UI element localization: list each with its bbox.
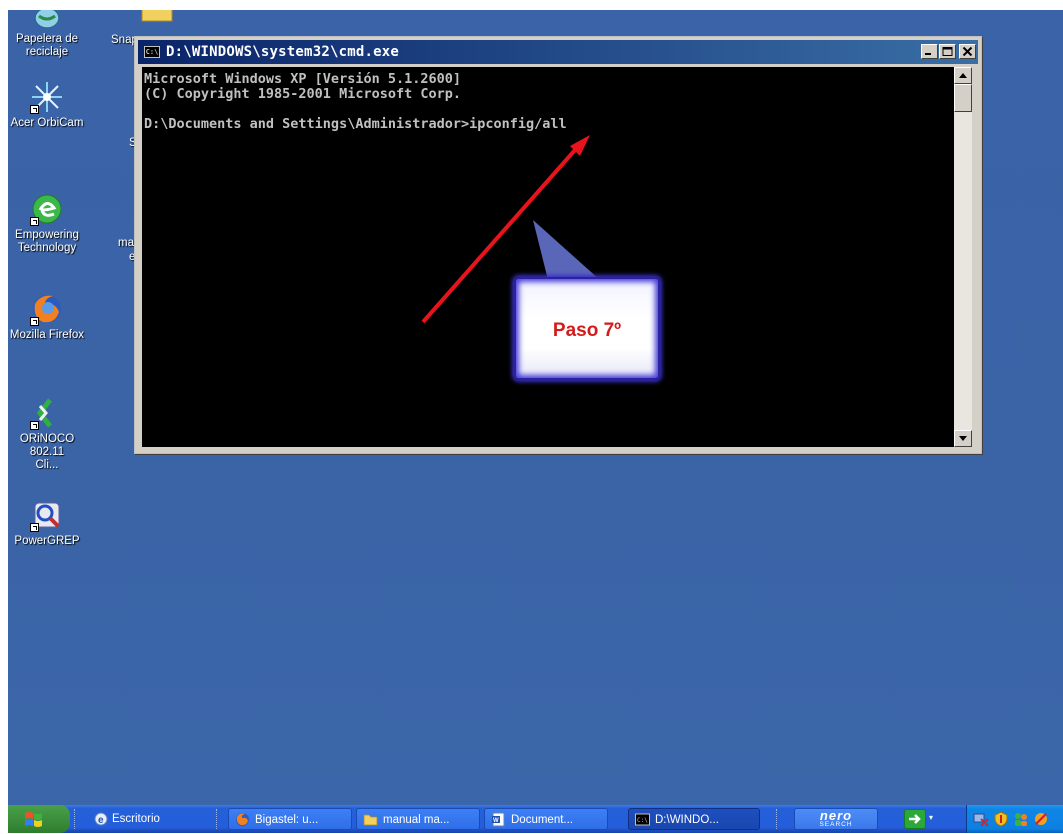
close-icon [962, 47, 973, 56]
taskbar: e Escritorio Bigastel: u... manual ma...… [8, 805, 1063, 833]
callout-text: Paso 7º [552, 320, 622, 341]
desktop-icon-label: Papelera de reciclaje [15, 33, 79, 58]
people-icon[interactable] [1013, 811, 1029, 827]
close-button[interactable] [959, 44, 976, 59]
scroll-thumb[interactable] [954, 84, 972, 112]
desktop-icon-label: Mozilla Firefox [9, 329, 85, 341]
nero-search-text: SEARCH [819, 821, 853, 828]
arrow-down-icon [959, 436, 967, 441]
powergrep-icon [30, 498, 64, 532]
go-button[interactable] [904, 809, 926, 829]
firefox-icon [30, 292, 64, 326]
desktop-icon: e [94, 812, 108, 826]
taskbar-grip[interactable] [776, 809, 780, 829]
taskbar-item-bigastel[interactable]: Bigastel: u... [228, 808, 352, 830]
scroll-down-button[interactable] [954, 430, 972, 447]
firefox-icon [235, 812, 250, 827]
shortcut-arrow-icon [30, 421, 39, 430]
arrow-right-icon [909, 814, 921, 824]
taskbar-grip[interactable] [74, 809, 78, 829]
scroll-up-button[interactable] [954, 67, 972, 84]
empowering-technology-icon [30, 192, 64, 226]
desktop-icon-powergrep[interactable]: PowerGREP [8, 498, 90, 548]
console-line-empty [144, 102, 954, 117]
console-line: (C) Copyright 1985-2001 Microsoft Corp. [144, 86, 461, 102]
orinoco-icon [30, 396, 64, 430]
taskbar-item-label: D:\WINDO... [655, 814, 719, 826]
svg-text:W: W [493, 818, 499, 824]
step-callout: Paso 7º [514, 277, 660, 380]
desktop-icon-orinoco[interactable]: ORiNOCO 802.11 Cli... [8, 396, 90, 472]
nero-search-toolbar[interactable]: nero SEARCH [794, 808, 878, 830]
console-prompt-line: D:\Documents and Settings\Administrador>… [144, 116, 567, 132]
console-line: Microsoft Windows XP [Versión 5.1.2600] [144, 71, 461, 87]
network-disconnected-icon[interactable] [973, 811, 989, 827]
desktop-icon-label: PowerGREP [14, 535, 80, 547]
maximize-icon [942, 47, 953, 56]
system-tray [966, 805, 1063, 833]
desktop-icon-recycle-bin[interactable]: Papelera de reciclaje [8, 10, 90, 59]
alert-icon[interactable] [1033, 811, 1049, 827]
folder-icon[interactable] [140, 10, 174, 22]
taskbar-grip[interactable] [216, 809, 220, 829]
security-shield-icon[interactable] [993, 811, 1009, 827]
console-output[interactable]: Microsoft Windows XP [Versión 5.1.2600](… [142, 67, 954, 447]
maximize-button[interactable] [939, 44, 956, 59]
word-icon: W [491, 812, 506, 827]
go-dropdown-chevron-icon[interactable]: ▾ [929, 814, 935, 822]
start-button[interactable] [8, 805, 70, 833]
vertical-scrollbar[interactable] [954, 67, 972, 447]
shortcut-arrow-icon [30, 105, 39, 114]
taskbar-item-label: Document... [511, 814, 573, 826]
desktop-icon-mozilla-firefox[interactable]: Mozilla Firefox [8, 292, 90, 342]
desktop-icon-empowering-technology[interactable]: Empowering Technology [8, 192, 90, 255]
minimize-button[interactable] [921, 44, 938, 59]
taskbar-item-cmd[interactable]: C:\ D:\WINDO... [628, 808, 760, 830]
desktop-partial-label-ma[interactable]: ma [118, 237, 134, 250]
minimize-icon [925, 53, 931, 55]
folder-icon [363, 812, 378, 827]
shortcut-arrow-icon [30, 217, 39, 226]
recycle-bin-icon [30, 10, 64, 30]
taskbar-item-label: Bigastel: u... [255, 814, 319, 826]
cmd-icon: C:\ [635, 812, 650, 827]
svg-text:C:\: C:\ [637, 817, 648, 824]
cmd-window-icon[interactable]: C:\ [144, 46, 160, 58]
shortcut-arrow-icon [30, 523, 39, 532]
desktop-icon-label: ORiNOCO 802.11 Cli... [19, 433, 75, 471]
desktop-icon-label: Acer OrbiCam [10, 117, 84, 129]
arrow-up-icon [959, 73, 967, 78]
svg-text:e: e [98, 815, 104, 826]
taskbar-item-escritorio[interactable]: e Escritorio [90, 808, 160, 830]
cmd-window[interactable]: C:\ D:\WINDOWS\system32\cmd.exe Microsof… [134, 36, 982, 454]
taskbar-item-document[interactable]: W Document... [484, 808, 608, 830]
title-bar[interactable]: C:\ D:\WINDOWS\system32\cmd.exe [138, 40, 978, 64]
orbicam-icon [30, 80, 64, 114]
window-title: D:\WINDOWS\system32\cmd.exe [166, 44, 399, 60]
taskbar-item-manual[interactable]: manual ma... [356, 808, 480, 830]
taskbar-item-label: manual ma... [383, 814, 450, 826]
taskbar-item-label: Escritorio [112, 813, 160, 825]
windows-logo-icon [25, 812, 42, 827]
desktop-icon-label: Empowering Technology [15, 229, 79, 254]
shortcut-arrow-icon [30, 317, 39, 326]
desktop-icon-acer-orbicam[interactable]: Acer OrbiCam [8, 80, 90, 130]
